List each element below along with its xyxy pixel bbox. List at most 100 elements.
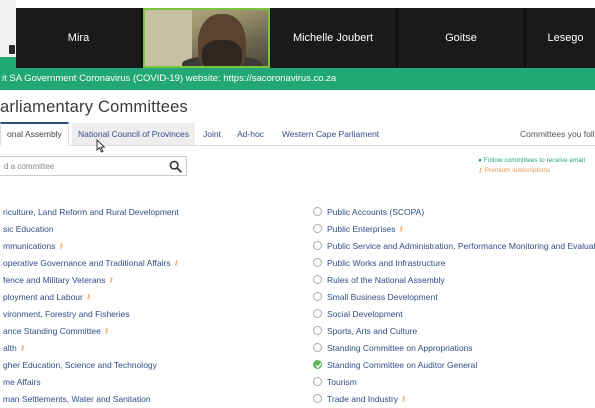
mouse-cursor-icon (96, 139, 106, 153)
participant-name: Lesego (547, 32, 584, 44)
committee-label: Standing Committee on Appropriations (327, 343, 473, 353)
participant-tile-michelle-joubert[interactable]: Michelle Joubert (270, 8, 398, 68)
search-input[interactable] (4, 160, 164, 173)
follow-radio[interactable] (313, 394, 322, 403)
committee-label: Rules of the National Assembly (327, 275, 445, 285)
committee-label: riculture, Land Reform and Rural Develop… (3, 207, 179, 217)
committee-label: gher Education, Science and Technology (3, 360, 157, 370)
committee-label: Public Accounts (SCOPA) (327, 207, 425, 217)
committee-label: vironment, Forestry and Fisheries (3, 309, 130, 319)
premium-key-icon: ⚷ (401, 396, 407, 404)
committee-label: me Affairs (3, 377, 41, 387)
follow-radio[interactable] (313, 241, 322, 250)
browser-edge-mark (9, 45, 15, 54)
committee-follow-item[interactable]: Tourism (313, 374, 595, 391)
committee-label: Small Business Development (327, 292, 438, 302)
check-circle-icon: ● (478, 157, 482, 164)
follow-note-text: Follow committees to receive email (483, 157, 585, 164)
committee-link[interactable]: mmunications ⚷ (0, 238, 300, 255)
committee-link[interactable]: alth ⚷ (0, 340, 300, 357)
follow-radio[interactable] (313, 275, 322, 284)
follow-radio[interactable] (313, 326, 322, 335)
committee-search (0, 156, 187, 176)
covid-banner: it SA Government Coronavirus (COVID-19) … (0, 68, 595, 90)
participant-tile-lesego[interactable]: Lesego (526, 8, 595, 68)
followed-check-icon[interactable] (313, 360, 322, 369)
key-icon: ⚷ (478, 167, 483, 174)
committee-follow-item[interactable]: Standing Committee on Auditor General (313, 357, 595, 374)
page-title: arliamentary Committees (0, 98, 188, 116)
participant-name: Mira (67, 32, 90, 44)
tab-national-assembly[interactable]: onal Assembly (0, 122, 69, 146)
committee-follow-item[interactable]: Sports, Arts and Culture (313, 323, 595, 340)
premium-key-icon: ⚷ (108, 277, 114, 285)
follow-radio[interactable] (313, 224, 322, 233)
committee-label: Public Works and Infrastructure (327, 258, 446, 268)
committee-list-right: Public Accounts (SCOPA) Public Enterprise… (313, 204, 595, 408)
committee-link[interactable]: gher Education, Science and Technology (0, 357, 300, 374)
premium-note-text[interactable]: Premium subscriptions (485, 167, 551, 174)
committee-follow-item[interactable]: Public Accounts (SCOPA) (313, 204, 595, 221)
premium-key-icon: ⚷ (85, 294, 92, 302)
follow-radio[interactable] (313, 377, 322, 386)
tab-ad-hoc[interactable]: Ad-hoc (237, 123, 264, 145)
follow-radio[interactable] (313, 292, 322, 301)
zoom-participants-bar: Mira Michelle Joubert Goitse Lesego (16, 8, 595, 68)
committee-follow-item[interactable]: Public Service and Administration, Perfo… (313, 238, 595, 255)
committee-follow-item[interactable]: Rules of the National Assembly (313, 272, 595, 289)
committee-follow-item[interactable]: Standing Committee on Appropriations (313, 340, 595, 357)
premium-key-icon: ⚷ (58, 243, 64, 251)
participant-name: Michelle Joubert (292, 32, 374, 44)
committee-label: operative Governance and Traditional Aff… (3, 258, 171, 268)
committee-link[interactable]: fence and Military Veterans ⚷ (0, 272, 300, 289)
premium-key-icon: ⚷ (398, 226, 404, 234)
participant-tile-goitse[interactable]: Goitse (398, 8, 526, 68)
follow-radio[interactable] (313, 343, 322, 352)
committee-link[interactable]: ployment and Labour ⚷ (0, 289, 300, 306)
committee-follow-item[interactable]: Public Enterprises ⚷ (313, 221, 595, 238)
committee-tabs: onal Assembly National Council of Provin… (0, 122, 595, 146)
committee-label: ance Standing Committee (3, 326, 101, 336)
committee-link[interactable]: operative Governance and Traditional Aff… (0, 255, 300, 272)
committee-follow-item[interactable]: Social Development (313, 306, 595, 323)
banner-edge (0, 57, 16, 68)
committee-label: fence and Military Veterans (3, 275, 106, 285)
committee-link[interactable]: ance Standing Committee ⚷ (0, 323, 300, 340)
search-icon[interactable] (169, 160, 182, 173)
committee-label: Social Development (327, 309, 403, 319)
tab-joint[interactable]: Joint (203, 123, 221, 145)
committee-list-left: riculture, Land Reform and Rural Develop… (0, 204, 300, 408)
participant-name: Goitse (445, 32, 477, 44)
participant-video-tile[interactable] (143, 8, 270, 68)
committee-link[interactable]: sic Education (0, 221, 300, 238)
premium-key-icon: ⚷ (103, 328, 109, 336)
committee-follow-item[interactable]: Public Works and Infrastructure (313, 255, 595, 272)
participant-video-feed (145, 10, 268, 66)
follow-radio[interactable] (313, 207, 322, 216)
follow-note: ● Follow committees to receive email ⚷ P… (478, 156, 585, 176)
committee-label: Public Enterprises (327, 224, 396, 234)
participant-tile-mira[interactable]: Mira (16, 8, 143, 68)
committee-link[interactable]: me Affairs (0, 374, 300, 391)
committee-label: Standing Committee on Auditor General (327, 360, 478, 370)
committee-label: sic Education (3, 224, 54, 234)
tab-committees-you-follow[interactable]: Committees you follo (520, 123, 595, 145)
tab-western-cape[interactable]: Western Cape Parliament (282, 123, 379, 145)
tab-ncop[interactable]: National Council of Provinces (72, 123, 196, 145)
browser-edge (0, 0, 16, 68)
committee-label: ployment and Labour (3, 292, 83, 302)
committee-label: Public Service and Administration, Perfo… (327, 241, 595, 251)
committee-link[interactable]: vironment, Forestry and Fisheries (0, 306, 300, 323)
follow-radio[interactable] (313, 309, 322, 318)
committee-label: mmunications (3, 241, 56, 251)
committee-label: Sports, Arts and Culture (327, 326, 418, 336)
premium-key-icon: ⚷ (173, 260, 179, 268)
premium-key-icon: ⚷ (19, 345, 25, 353)
committee-link[interactable]: riculture, Land Reform and Rural Develop… (0, 204, 300, 221)
follow-radio[interactable] (313, 258, 322, 267)
covid-banner-text[interactable]: it SA Government Coronavirus (COVID-19) … (0, 73, 336, 84)
committee-label: alth (3, 343, 17, 353)
committee-link[interactable]: man Settlements, Water and Sanitation (0, 391, 300, 408)
committee-follow-item[interactable]: Trade and Industry ⚷ (313, 391, 595, 408)
committee-follow-item[interactable]: Small Business Development (313, 289, 595, 306)
